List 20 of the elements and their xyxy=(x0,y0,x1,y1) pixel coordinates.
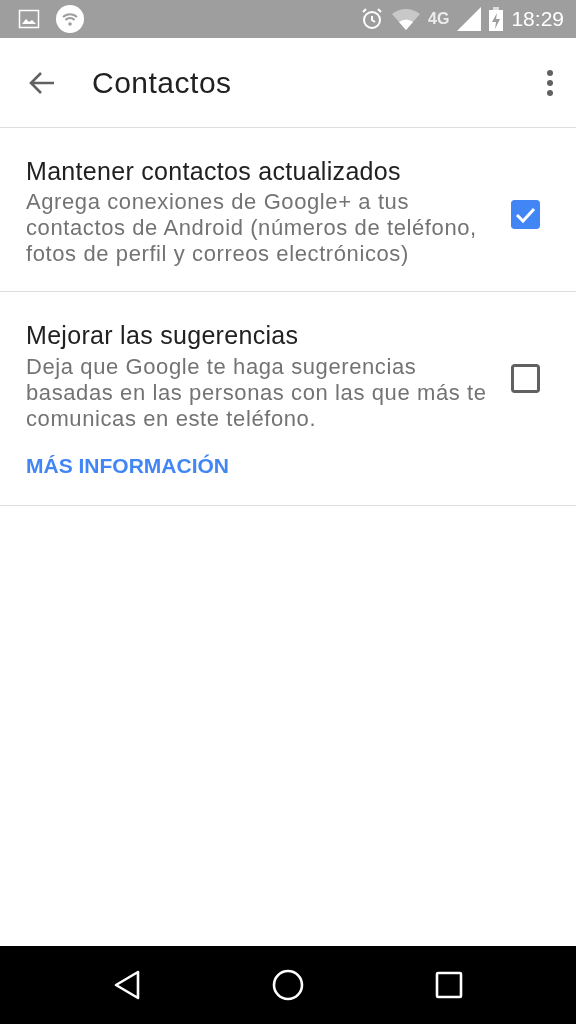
back-nav-icon[interactable] xyxy=(113,970,142,1000)
more-info-link[interactable]: MÁS INFORMACIÓN xyxy=(26,449,229,481)
wifi-icon xyxy=(392,8,421,30)
checkbox[interactable] xyxy=(511,364,540,394)
signal-icon xyxy=(457,7,482,31)
setting-title: Mantener contactos actualizados xyxy=(26,156,402,187)
home-nav-icon[interactable] xyxy=(272,969,304,1001)
screen-title: Contactos xyxy=(92,65,232,101)
network-type-label: 4G xyxy=(428,9,450,29)
recents-nav-icon[interactable] xyxy=(434,971,463,999)
battery-charging-icon xyxy=(489,7,504,31)
image-notification-icon xyxy=(18,9,40,29)
setting-description: Deja que Google te haga sugerencias basadas en las personas con las que más te comunicas en este teléfono. xyxy=(26,353,488,432)
setting-description: Agrega conexiones de Google+ a tus contactos de Android (números de teléfono, fotos de perfil y correos electrónicos) xyxy=(26,189,478,268)
setting-title: Mejorar las sugerencias xyxy=(26,320,300,352)
more-options-icon[interactable] xyxy=(546,68,554,97)
back-arrow-icon[interactable] xyxy=(28,70,56,95)
clock-time: 18:29 xyxy=(511,6,564,33)
checkbox[interactable] xyxy=(511,200,540,229)
wifi-notification-icon xyxy=(56,5,84,33)
